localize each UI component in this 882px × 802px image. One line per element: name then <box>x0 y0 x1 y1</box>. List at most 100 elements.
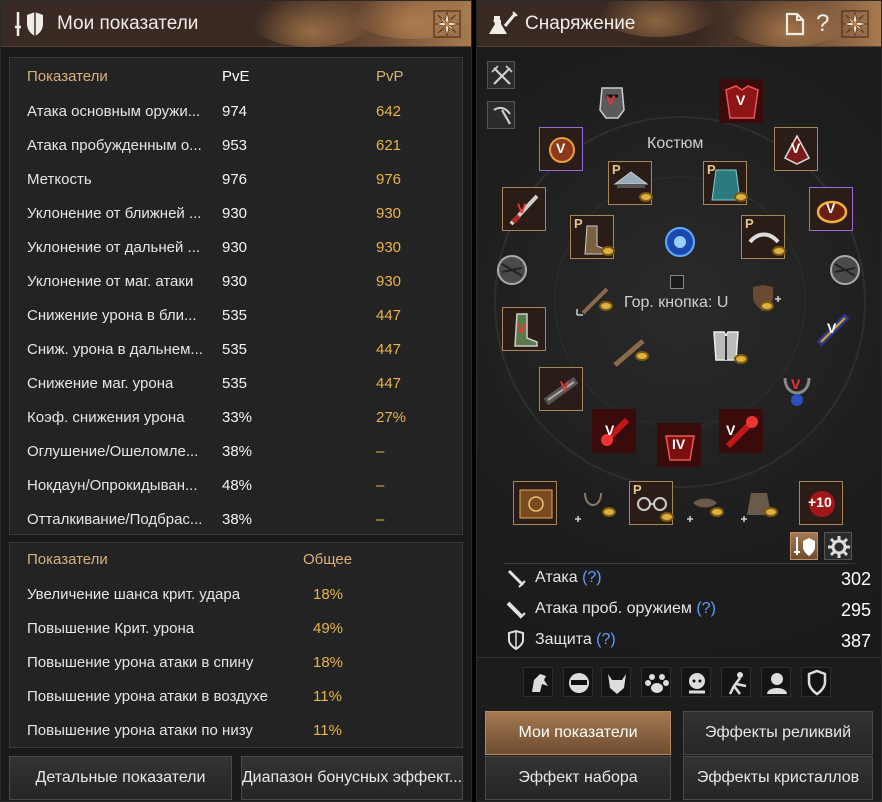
slot-level-label: V <box>606 92 616 108</box>
equipment-slot-offhand[interactable]: V <box>810 307 854 351</box>
table-row: Коэф. снижения урона 33% 27% <box>10 400 462 434</box>
mask-icon <box>608 674 626 694</box>
help-link[interactable]: (?) <box>582 569 602 586</box>
coin-icon[interactable] <box>760 301 774 311</box>
my-stats-window: Мои показатели Показатели PvE PvP Атака … <box>0 0 472 802</box>
stat-name: Коэф. снижения урона <box>27 409 185 426</box>
costume-slot-gloves[interactable]: P <box>741 215 786 259</box>
costume-slot-shoes[interactable]: P <box>570 215 615 259</box>
equipment-slot-dagger[interactable]: V <box>502 187 546 231</box>
accessory-slot-necklace-empty[interactable] <box>571 483 615 527</box>
life-tool-toggle[interactable] <box>487 101 515 129</box>
equipment-slot-belt[interactable]: IV <box>657 423 701 467</box>
equipment-slot-tool-1[interactable] <box>489 247 533 291</box>
stat-pve-value: 535 <box>222 307 248 324</box>
npc-tab[interactable] <box>761 667 791 697</box>
equipment-potion-icon <box>489 11 518 34</box>
shield-icon <box>807 669 827 696</box>
equipment-slot-gloves[interactable]: V <box>774 127 818 171</box>
my-stats-button[interactable]: Мои показатели <box>485 711 671 755</box>
detailed-stats-button[interactable]: Детальные показатели <box>9 756 232 800</box>
table-row: Уклонение от дальней ... 930 930 <box>10 230 462 264</box>
stat-name: Оглушение/Ошеломле... <box>27 443 199 460</box>
relic-effects-button[interactable]: Эффекты реликвий <box>683 711 873 755</box>
header-pve: PvE <box>222 68 250 85</box>
equipment-slot-armor[interactable]: V <box>719 79 763 123</box>
stat-pve-value: 48% <box>222 477 253 494</box>
equipment-slot-helmet[interactable]: V <box>589 79 633 123</box>
accessory-slot-glasses[interactable]: P <box>629 481 674 525</box>
crossed-swords-icon <box>491 65 513 85</box>
hotkey-checkbox[interactable] <box>670 275 684 289</box>
stat-pvp-value: 930 <box>376 239 402 256</box>
table-row: Повышение урона атаки по низу 11% <box>10 713 462 747</box>
mask-tab[interactable] <box>601 667 631 697</box>
stat-pve-value: 38% <box>222 511 253 528</box>
flower-ornament-icon[interactable] <box>841 10 869 38</box>
equipment-slot-ring-2[interactable]: V <box>809 187 853 231</box>
equipment-titlebar[interactable]: Снаряжение ? <box>477 1 881 47</box>
table-row: Отталкивание/Подбрас... 38% – <box>10 502 462 536</box>
stat-pve-value: 535 <box>222 375 248 392</box>
stat-pve-value: 930 <box>222 239 248 256</box>
equipment-slot-tool-2[interactable] <box>822 247 866 291</box>
stat-pvp-value: 447 <box>376 375 402 392</box>
accessory-slot-book[interactable] <box>513 481 557 525</box>
header-stats: Показатели <box>27 68 108 85</box>
stat-value: 387 <box>840 631 871 651</box>
stat-total-value: 18% <box>313 586 344 603</box>
equipment-slot-necklace[interactable]: V <box>774 367 818 411</box>
costume-label: Костюм <box>647 135 704 152</box>
costume-slot-hat[interactable]: P <box>608 161 653 205</box>
equipment-slot-main-weapon[interactable]: V <box>539 367 583 411</box>
set-effect-button[interactable]: Эффект набора <box>485 756 671 800</box>
my-stats-titlebar[interactable]: Мои показатели <box>1 1 471 47</box>
coin-icon[interactable] <box>635 351 649 361</box>
guard-tab[interactable] <box>801 667 831 697</box>
slot-level-label: V <box>517 320 527 336</box>
table-row: Повышение урона атаки в воздухе 11% <box>10 679 462 713</box>
sword-icon[interactable] <box>575 285 619 317</box>
stat-pvp-value: 447 <box>376 341 402 358</box>
person-icon <box>767 673 787 694</box>
costume-slot-underwear[interactable] <box>657 219 701 263</box>
equipment-slot-boots[interactable]: V <box>502 307 546 351</box>
equipment-slot-ring-1[interactable]: V <box>539 127 583 171</box>
ninja-tab[interactable] <box>563 667 593 697</box>
dancer-tab[interactable] <box>721 667 751 697</box>
table-row: Снижение урона в бли... 535 447 <box>10 298 462 332</box>
weapon-swap-toggle[interactable] <box>487 61 515 89</box>
stat-pve-value: 953 <box>222 137 248 154</box>
stat-name: Повышение урона атаки по низу <box>27 722 253 739</box>
divider <box>503 563 855 564</box>
stat-name: Атака основным оружи... <box>27 103 201 120</box>
help-icon[interactable]: ? <box>816 10 829 38</box>
accessory-slot-mouth-empty[interactable] <box>683 483 727 527</box>
equipment-slot-earring-2[interactable]: V <box>719 409 763 453</box>
stats-view-toggle[interactable] <box>790 532 818 560</box>
slot-level-label: V <box>826 200 836 216</box>
help-link[interactable]: (?) <box>596 631 616 648</box>
stat-pve-value: 930 <box>222 205 248 222</box>
horse-tab[interactable] <box>523 667 553 697</box>
accessory-slot-enhance[interactable]: +10 <box>799 481 843 525</box>
flower-ornament-icon[interactable] <box>433 10 461 38</box>
table-header: Показатели Общее <box>10 543 462 577</box>
maid-tab[interactable] <box>681 667 711 697</box>
costume-slot-armor[interactable] <box>703 323 748 367</box>
bonus-effect-range-button[interactable]: Диапазон бонусных эффект... <box>241 756 463 800</box>
costume-slot-top[interactable]: P <box>703 161 748 205</box>
table-row: Уклонение от маг. атаки 930 930 <box>10 264 462 298</box>
stat-name: Повышение Крит. урона <box>27 620 195 637</box>
coin-icon[interactable] <box>599 301 613 311</box>
crystal-effects-button[interactable]: Эффекты кристаллов <box>683 756 873 800</box>
equipment-slot-earring-1[interactable]: V <box>592 409 636 453</box>
pet-tab[interactable] <box>641 667 671 697</box>
stat-pvp-value: 27% <box>376 409 407 426</box>
stat-name: Повышение урона атаки в спину <box>27 654 254 671</box>
document-icon[interactable] <box>785 12 805 36</box>
sword-icon <box>506 601 526 619</box>
settings-button[interactable] <box>824 532 852 560</box>
help-link[interactable]: (?) <box>696 600 716 617</box>
accessory-slot-cloak-empty[interactable] <box>737 483 781 527</box>
